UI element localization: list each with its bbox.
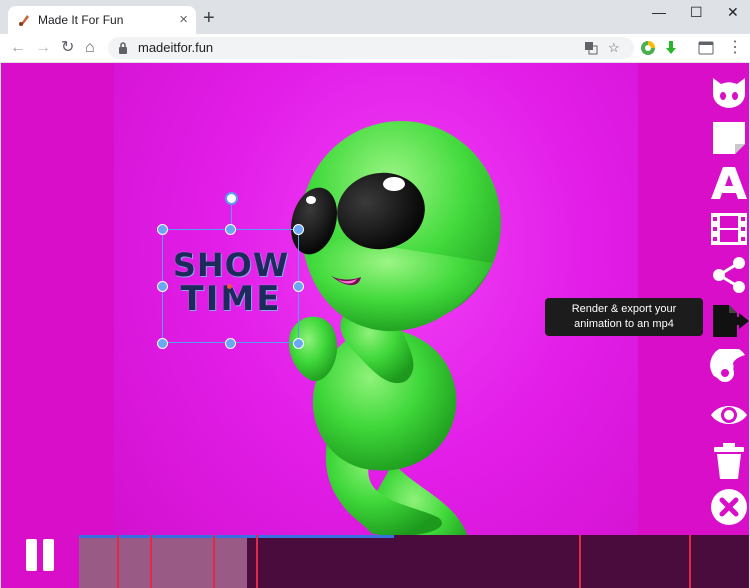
timeline-track[interactable] [79,535,749,588]
film-icon [711,213,747,245]
sticky-note-icon [713,122,745,154]
resize-handle-top-right[interactable] [293,224,304,235]
editor-canvas[interactable]: SHOW TIME Render & export your animation… [1,63,749,588]
text-line-show: SHOW [172,246,290,284]
extension-calendar-icon[interactable] [698,40,714,56]
home-button[interactable]: ⌂ [85,38,95,58]
timeline-marker[interactable] [150,535,152,588]
minimize-button[interactable]: — [652,4,666,20]
pause-bar-right-icon [43,539,54,571]
pause-bar-left-icon [26,539,37,571]
timeline-marker[interactable] [256,535,258,588]
browser-toolbar: ← → ↻ ⌂ madeitfor.fun ☆ ⋮ [0,34,750,63]
timeline-marker[interactable] [689,535,691,588]
share-icon [713,257,745,293]
showtime-text-layer[interactable]: SHOW TIME [165,248,297,316]
text-icon [711,167,747,199]
address-bar[interactable]: madeitfor.fun ☆ [108,37,634,59]
add-text-button[interactable] [709,163,749,203]
timeline-progress-bar [79,535,394,538]
export-file-icon [713,305,749,337]
browser-menu-button[interactable]: ⋮ [727,38,743,58]
export-mp4-button[interactable] [709,301,749,341]
close-editor-button[interactable] [709,487,749,527]
rotation-handle[interactable] [225,192,238,205]
preview-button[interactable] [709,395,749,435]
resize-handle-right[interactable] [293,281,304,292]
url-text: madeitfor.fun [138,40,214,55]
preview-eye-icon [711,406,747,424]
effect-icon [710,349,745,382]
bookmark-star-icon[interactable]: ☆ [608,40,620,56]
forward-button[interactable]: → [35,38,51,58]
maximize-button[interactable]: ☐ [690,4,703,21]
download-extension-icon[interactable] [663,40,679,56]
share-button[interactable] [709,255,749,295]
anchor-point[interactable] [227,284,232,289]
tab-title: Made It For Fun [38,13,124,27]
sticky-note-button[interactable] [709,118,749,158]
extension-chrome-icon[interactable] [640,40,656,56]
tab-bar: Made It For Fun × + — ☐ ✕ [0,0,750,34]
lock-icon [119,42,127,54]
github-icon [713,78,745,108]
github-button[interactable] [709,72,749,112]
tab-close-icon[interactable]: × [179,6,188,34]
tooltip-line-1: Render & export your [571,303,677,315]
close-circle-icon [711,489,747,525]
resize-handle-bottom[interactable] [225,338,236,349]
new-tab-button[interactable]: + [203,7,215,29]
resize-handle-bottom-left[interactable] [157,338,168,349]
close-window-button[interactable]: ✕ [727,4,739,21]
resize-handle-top-left[interactable] [157,224,168,235]
pause-button[interactable] [26,539,58,571]
export-tooltip: Render & export your animation to an mp4 [545,298,703,336]
timeline-marker[interactable] [213,535,215,588]
tooltip-line-2: animation to an mp4 [574,318,674,330]
timeline-played-region [79,535,247,588]
translate-icon[interactable] [584,41,598,55]
effects-button[interactable] [709,349,749,389]
timeline-marker[interactable] [579,535,581,588]
delete-button[interactable] [709,441,749,481]
browser-tab[interactable]: Made It For Fun × [8,6,196,34]
resize-handle-bottom-right[interactable] [293,338,304,349]
timeline-marker[interactable] [117,535,119,588]
back-button[interactable]: ← [10,38,26,58]
resize-handle-top[interactable] [225,224,236,235]
add-video-button[interactable] [709,209,749,249]
site-favicon-icon [19,15,29,26]
reload-button[interactable]: ↻ [61,38,74,58]
trash-icon [714,443,744,479]
resize-handle-left[interactable] [157,281,168,292]
